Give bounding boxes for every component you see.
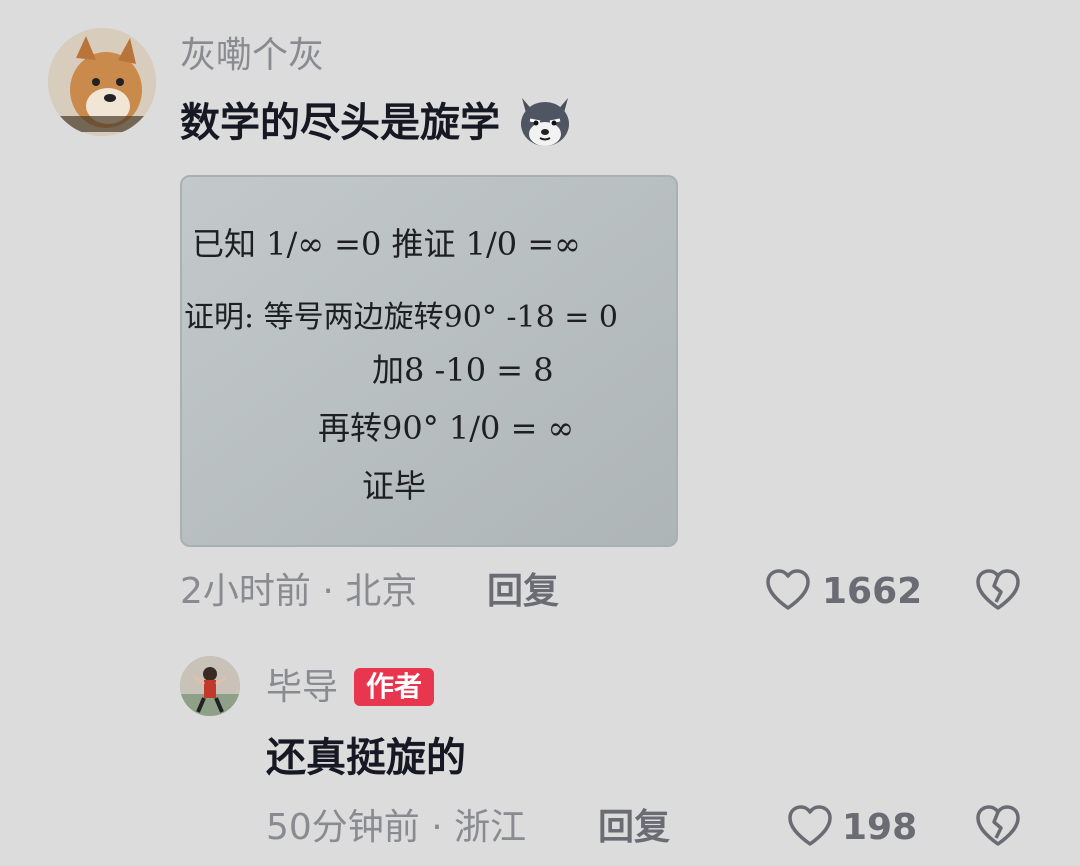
comment-image[interactable]: 已知 1/∞ =0 推证 1/0 =∞ 证明: 等号两边旋转90° -18 = … [180,175,678,547]
reply-username[interactable]: 毕导 [266,670,338,706]
like-count: 1662 [822,571,923,612]
reply-text: 还真挺旋的 [266,735,466,781]
commenter-avatar[interactable] [48,28,156,136]
image-line-4: 再转90° 1/0 = ∞ [318,409,574,447]
meta-separator: · [431,807,455,848]
commenter-username[interactable]: 灰嘞个灰 [180,38,324,74]
comment-text-content: 数学的尽头是旋学 [180,100,500,146]
image-line-3: 加8 -10 = 8 [372,351,554,389]
image-line-5: 证毕 [362,467,426,505]
like-heart-icon[interactable] [764,566,812,614]
dislike-broken-heart-icon[interactable] [974,566,1022,614]
reply-time: 50分钟前 [266,807,420,848]
meta-separator: · [322,571,346,612]
author-badge: 作者 [354,668,435,706]
reply-author-avatar[interactable] [180,656,240,716]
image-line-1: 已知 1/∞ =0 推证 1/0 =∞ [192,225,581,263]
reply-like-heart-icon[interactable] [786,802,834,850]
reply-dislike-broken-heart-icon[interactable] [974,802,1022,850]
reply-meta: 50分钟前 · 浙江 [266,810,526,846]
comment-location: 北京 [345,571,418,612]
comment-meta: 2小时前 · 北京 [180,574,417,610]
reply-reply-button[interactable]: 回复 [598,810,670,846]
comment-time: 2小时前 [180,571,311,612]
image-line-2: 证明: 等号两边旋转90° -18 = 0 [184,300,618,335]
wolf-face-emoji-icon [514,90,576,152]
reply-button[interactable]: 回复 [487,574,559,610]
reply-location: 浙江 [454,807,527,848]
reply-like-count: 198 [842,807,918,848]
comment-text: 数学的尽头是旋学 [180,98,576,152]
